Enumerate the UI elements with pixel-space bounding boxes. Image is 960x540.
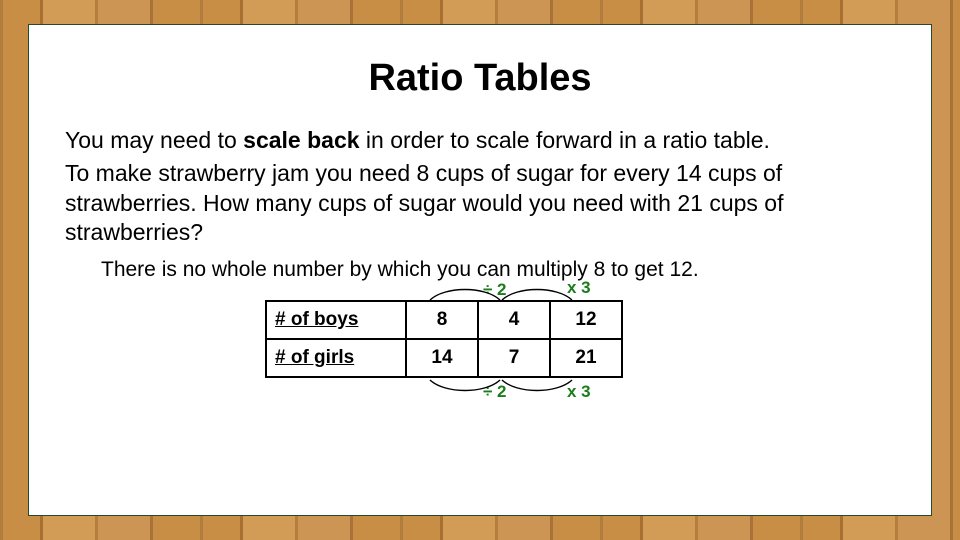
cell-r1c2: 4 bbox=[478, 301, 550, 339]
problem-paragraph: To make strawberry jam you need 8 cups o… bbox=[65, 159, 895, 247]
intro-pre: You may need to bbox=[65, 127, 243, 153]
intro-post: in order to scale forward in a ratio tab… bbox=[360, 127, 770, 153]
content-card: Ratio Tables You may need to scale back … bbox=[28, 24, 932, 516]
arc-bottom-right bbox=[497, 378, 577, 394]
cell-r2c3: 21 bbox=[550, 339, 622, 377]
ratio-table-wrap: ÷ 2 x 3 ÷ 2 x 3 # of boys 8 4 12 bbox=[265, 300, 685, 378]
op-divide-top: ÷ 2 bbox=[483, 280, 507, 300]
op-divide-bottom: ÷ 2 bbox=[483, 382, 507, 402]
wood-background: Ratio Tables You may need to scale back … bbox=[0, 0, 960, 540]
intro-bold: scale back bbox=[243, 127, 359, 153]
cell-r1c1: 8 bbox=[406, 301, 478, 339]
cell-r2c1: 14 bbox=[406, 339, 478, 377]
cell-r1c3: 12 bbox=[550, 301, 622, 339]
row-label-boys: # of boys bbox=[266, 301, 406, 339]
op-multiply-top: x 3 bbox=[567, 278, 591, 298]
page-title: Ratio Tables bbox=[65, 57, 895, 100]
op-multiply-bottom: x 3 bbox=[567, 382, 591, 402]
hint-text: There is no whole number by which you ca… bbox=[101, 258, 895, 282]
intro-paragraph: You may need to scale back in order to s… bbox=[65, 126, 895, 155]
table-row: # of boys 8 4 12 bbox=[266, 301, 622, 339]
ratio-table: # of boys 8 4 12 # of girls 14 7 21 bbox=[265, 300, 623, 378]
row-label-girls: # of girls bbox=[266, 339, 406, 377]
table-row: # of girls 14 7 21 bbox=[266, 339, 622, 377]
cell-r2c2: 7 bbox=[478, 339, 550, 377]
